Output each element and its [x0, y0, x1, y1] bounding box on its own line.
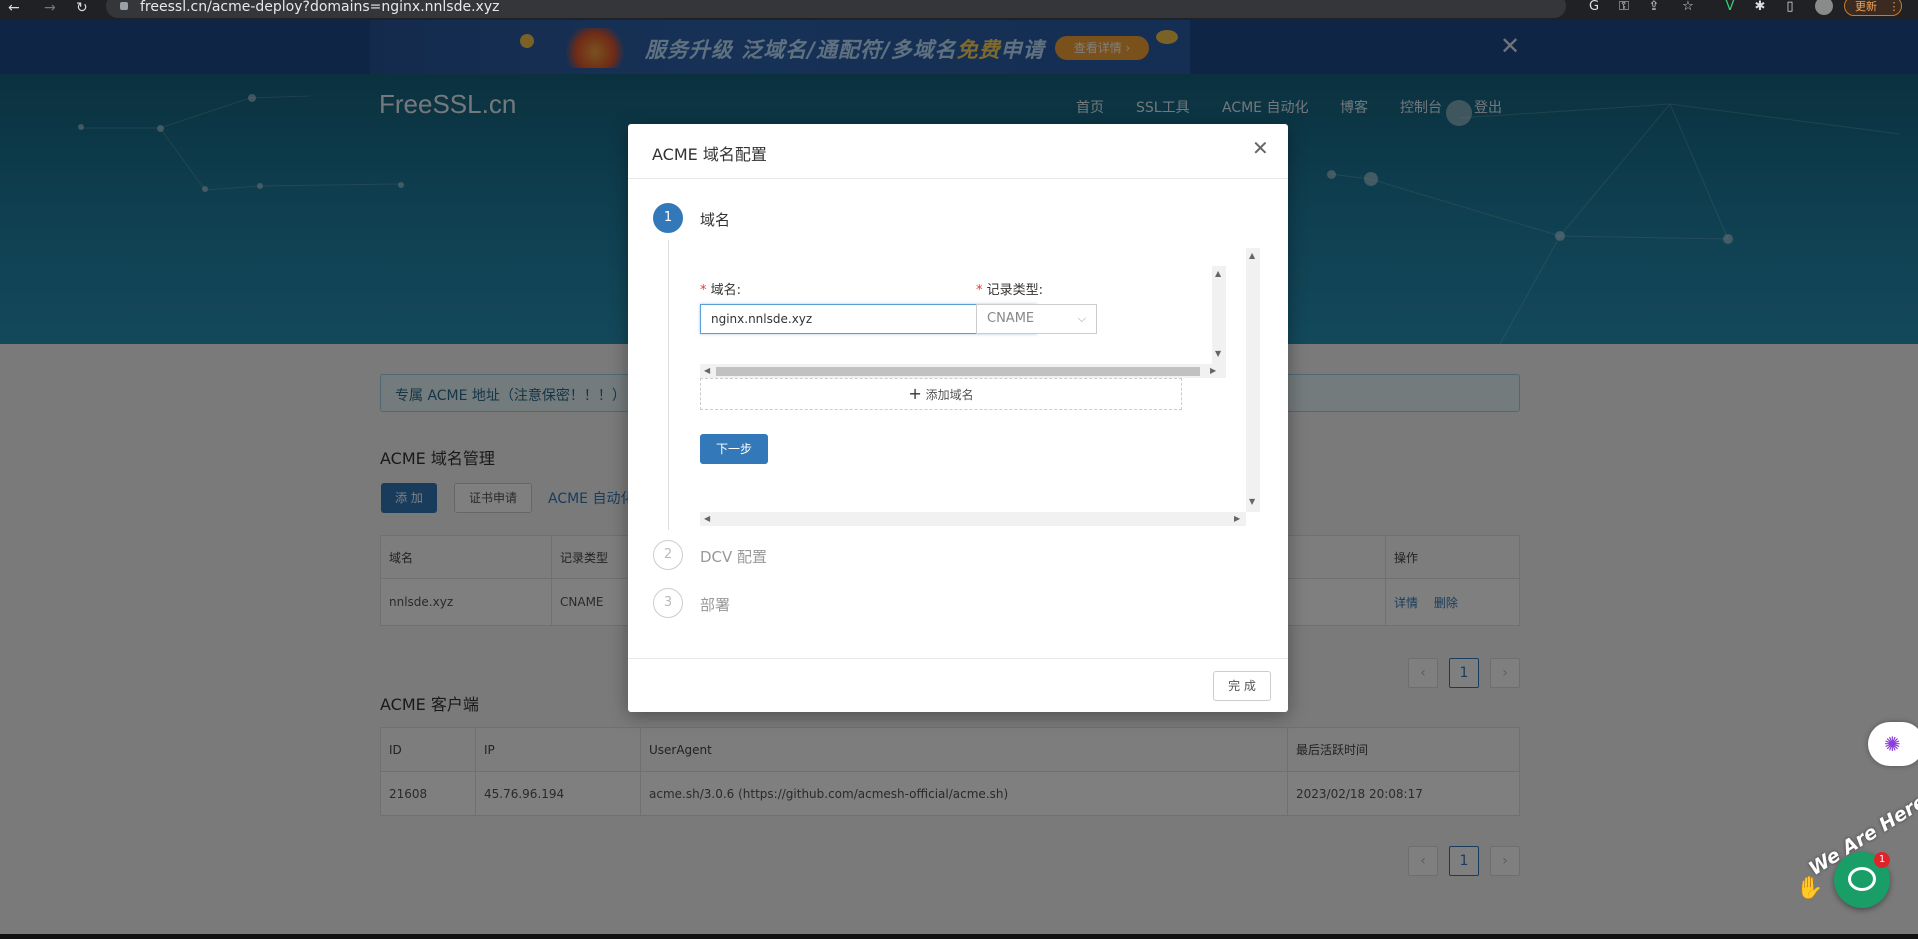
sidepanel-icon[interactable]: ▯: [1782, 0, 1798, 14]
extensions-puzzle-icon[interactable]: ✱: [1752, 0, 1768, 14]
scroll-left-icon[interactable]: ◀: [704, 515, 710, 523]
chat-bubble-icon: [1848, 867, 1876, 891]
record-type-select[interactable]: CNAME ⌵: [976, 304, 1097, 334]
record-type-label: * 记录类型:: [976, 283, 1044, 298]
share-icon[interactable]: ⇪: [1646, 0, 1662, 14]
step-2-circle: 2: [653, 540, 683, 570]
bookmark-star-icon[interactable]: ☆: [1680, 0, 1696, 14]
step-1-label: 域名: [700, 211, 731, 229]
chat-launcher-button[interactable]: 1: [1834, 852, 1890, 908]
key-icon[interactable]: ⚿: [1616, 0, 1632, 14]
url-text: freessl.cn/acme-deploy?domains=nginx.nnl…: [140, 0, 500, 15]
profile-avatar[interactable]: [1815, 0, 1833, 15]
scroll-up-icon[interactable]: ▲: [1249, 252, 1255, 260]
dialog-footer: 完 成: [628, 658, 1288, 713]
lock-icon: [120, 2, 128, 10]
waving-hand-icon: ✋: [1796, 876, 1824, 901]
dialog-header: ACME 域名配置 ✕: [628, 124, 1288, 179]
steps-connector-line: [668, 240, 669, 530]
browser-toolbar: ← → ↻ freessl.cn/acme-deploy?domains=ngi…: [0, 0, 1918, 20]
scroll-down-icon[interactable]: ▼: [1249, 498, 1255, 506]
scroll-up-icon[interactable]: ▲: [1215, 270, 1221, 278]
step-1-content: * 域名: * 记录类型: nginx.nnlsde.xyz CNAME ⌵ ▲ …: [700, 248, 1260, 526]
step-3-label: 部署: [700, 596, 731, 614]
outer-horizontal-scrollbar[interactable]: ◀ ▶: [700, 512, 1246, 526]
brain-extension-widget[interactable]: ✺: [1868, 722, 1918, 766]
forward-icon[interactable]: →: [44, 0, 56, 16]
address-bar[interactable]: freessl.cn/acme-deploy?domains=nginx.nnl…: [106, 0, 1566, 18]
plus-icon: +: [908, 384, 922, 403]
outer-vertical-scrollbar[interactable]: ▲ ▼: [1246, 248, 1260, 512]
vue-devtools-icon[interactable]: V: [1722, 0, 1738, 14]
done-button[interactable]: 完 成: [1213, 671, 1271, 701]
google-icon[interactable]: G: [1586, 0, 1602, 14]
bottom-bar: [0, 934, 1918, 939]
chat-unread-badge: 1: [1874, 852, 1890, 868]
back-icon[interactable]: ←: [8, 0, 20, 16]
add-domain-button[interactable]: + 添加域名: [700, 378, 1182, 410]
domain-label: * 域名:: [700, 283, 742, 298]
update-button[interactable]: 更新 ⋮: [1844, 0, 1902, 16]
scroll-right-icon[interactable]: ▶: [1234, 515, 1240, 523]
inner-vertical-scrollbar[interactable]: ▲ ▼: [1212, 266, 1226, 364]
scroll-down-icon[interactable]: ▼: [1215, 350, 1221, 358]
scroll-thumb[interactable]: [716, 367, 1200, 376]
reload-icon[interactable]: ↻: [76, 0, 88, 16]
step-3-circle: 3: [653, 588, 683, 618]
scroll-left-icon[interactable]: ◀: [704, 367, 710, 375]
step-1-circle: 1: [653, 203, 683, 233]
step-2-label: DCV 配置: [700, 548, 768, 566]
next-step-button[interactable]: 下一步: [700, 434, 768, 464]
dialog-close-icon[interactable]: ✕: [1252, 138, 1269, 158]
scroll-right-icon[interactable]: ▶: [1210, 367, 1216, 375]
inner-horizontal-scrollbar[interactable]: ◀ ▶: [700, 364, 1226, 378]
chevron-down-icon: ⌵: [1077, 312, 1086, 325]
brain-icon: ✺: [1884, 732, 1901, 756]
acme-domain-config-dialog: ACME 域名配置 ✕ 1 域名 * 域名: * 记录类型: nginx.nnl…: [628, 124, 1288, 712]
dialog-title: ACME 域名配置: [652, 145, 767, 164]
